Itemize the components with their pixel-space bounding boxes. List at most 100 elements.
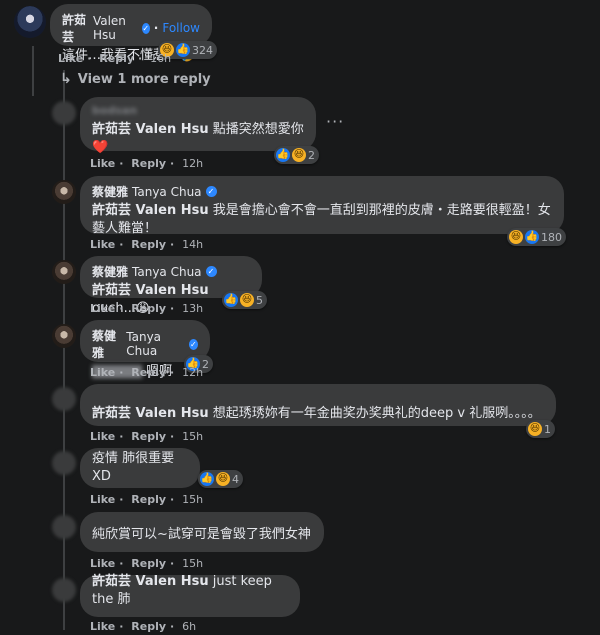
timestamp[interactable]: 15h bbox=[182, 430, 203, 443]
timestamp[interactable]: 14h bbox=[182, 238, 203, 251]
timestamp[interactable]: 6h bbox=[182, 620, 196, 633]
haha-reaction-icon: 😆 bbox=[509, 230, 523, 244]
timestamp[interactable]: 16h bbox=[150, 52, 171, 65]
like-reaction-icon: 👍 bbox=[200, 472, 214, 486]
mention-tag[interactable]: 許茹芸 Valen Hsu bbox=[92, 283, 209, 298]
reaction-count: 4 bbox=[232, 472, 239, 486]
comment-bubble: 蔡健雅 Tanya Chua ✓ 許茹芸 Valen Hsu 我是會擔心會不會一… bbox=[80, 176, 564, 236]
reply-button[interactable]: Reply bbox=[131, 557, 166, 570]
separator: · bbox=[153, 21, 159, 35]
timestamp[interactable]: 12h bbox=[182, 366, 203, 379]
comment-author[interactable]: 蔡健雅 Tanya Chua ✓ bbox=[92, 327, 198, 361]
like-button[interactable]: Like bbox=[90, 493, 115, 506]
verified-badge-icon: ✓ bbox=[205, 186, 217, 197]
like-button[interactable]: Like bbox=[90, 302, 115, 315]
comment-actions: Like · Reply · 15h bbox=[90, 493, 204, 506]
comment-actions: Like · Reply · 12h bbox=[90, 366, 204, 379]
reply-button[interactable]: Reply bbox=[131, 366, 166, 379]
author-name-zh[interactable]: 蔡健雅 bbox=[92, 263, 128, 280]
avatar[interactable] bbox=[52, 515, 76, 539]
comment-bubble: 許茹芸 Valen Hsu just keep the 肺 bbox=[80, 574, 300, 617]
reply-button[interactable]: Reply bbox=[131, 238, 166, 251]
comment-actions: Like · Reply · 13h bbox=[90, 302, 204, 315]
comment-author[interactable]: 蔡健雅 Tanya Chua ✓ bbox=[92, 263, 250, 280]
more-options-icon[interactable]: ··· bbox=[326, 112, 344, 131]
verified-badge-icon: ✓ bbox=[141, 22, 150, 34]
like-reaction-icon: 👍 bbox=[224, 293, 238, 307]
reactions-summary[interactable]: 😆 👍 180 bbox=[507, 228, 566, 246]
view-more-replies-link[interactable]: ↳ View 1 more reply bbox=[60, 71, 211, 87]
comment-text: 許茹芸 Valen Hsu 點播突然想愛你❤️ bbox=[92, 122, 304, 155]
avatar[interactable] bbox=[52, 101, 76, 125]
timestamp[interactable]: 15h bbox=[182, 493, 203, 506]
like-button[interactable]: Like bbox=[90, 366, 115, 379]
author-name-zh[interactable]: 許茹芸 bbox=[62, 11, 89, 45]
author-name-zh[interactable]: 蔡健雅 bbox=[92, 327, 122, 361]
avatar[interactable] bbox=[52, 260, 76, 284]
thread-line bbox=[32, 46, 34, 96]
avatar[interactable] bbox=[52, 324, 76, 348]
reactions-summary[interactable]: 👍 😆 4 bbox=[198, 470, 243, 488]
author-name-en[interactable]: Tanya Chua bbox=[132, 185, 202, 199]
mention-tag[interactable]: 許茹芸 Valen Hsu bbox=[92, 122, 209, 137]
avatar[interactable] bbox=[52, 578, 76, 602]
reply-button[interactable]: Reply bbox=[131, 157, 166, 170]
like-button[interactable]: Like bbox=[90, 238, 115, 251]
mention-tag[interactable]: 許茹芸 Valen Hsu bbox=[92, 574, 209, 589]
like-button[interactable]: Like bbox=[90, 430, 115, 443]
avatar[interactable] bbox=[14, 6, 46, 38]
comment-actions: Like · Reply · 15h bbox=[90, 557, 204, 570]
comment-text: 許茹芸 Valen Hsu just keep the 肺 bbox=[92, 574, 272, 607]
author-name-en[interactable]: Valen Hsu bbox=[93, 14, 138, 42]
reaction-count: 5 bbox=[256, 293, 263, 307]
comment-author[interactable]: 蔡健雅 Tanya Chua ✓ bbox=[92, 183, 552, 200]
like-button[interactable]: Like bbox=[90, 557, 115, 570]
comment-author[interactable]: bodsan bbox=[92, 104, 304, 117]
like-button[interactable]: Like bbox=[90, 157, 115, 170]
reply-button[interactable]: Reply bbox=[99, 52, 134, 65]
avatar[interactable] bbox=[52, 180, 76, 204]
haha-reaction-icon: 😆 bbox=[216, 472, 230, 486]
like-reaction-icon: 👍 bbox=[176, 43, 190, 57]
verified-badge-icon: ✓ bbox=[188, 338, 198, 350]
haha-reaction-icon: 😆 bbox=[528, 422, 542, 436]
comment-author[interactable]: 許茹芸 Valen Hsu ✓ · Follow bbox=[62, 11, 200, 45]
comment-bubble: 純欣賞可以~試穿可是會毀了我們女神 bbox=[80, 512, 324, 552]
timestamp[interactable]: 13h bbox=[182, 302, 203, 315]
timestamp[interactable]: 12h bbox=[182, 157, 203, 170]
reply-button[interactable]: Reply bbox=[131, 302, 166, 315]
view-more-replies-label: View 1 more reply bbox=[77, 71, 211, 87]
like-button[interactable]: Like bbox=[90, 620, 115, 633]
comment-bubble: bodsan 許茹芸 Valen Hsu 點播突然想愛你❤️ bbox=[80, 97, 316, 155]
comment-text: 許茹芸 Valen Hsu 我是會擔心會不會一直刮到那裡的皮膚・走路要很輕盈！女… bbox=[92, 203, 551, 236]
reply-arrow-icon: ↳ bbox=[60, 71, 72, 87]
reaction-count: 180 bbox=[541, 230, 562, 244]
reactions-summary[interactable]: 😆 1 bbox=[526, 420, 555, 438]
comment-author[interactable] bbox=[92, 391, 544, 403]
author-name-en[interactable]: Tanya Chua bbox=[132, 265, 202, 279]
comment-actions: Like · Reply · 6h bbox=[90, 620, 197, 633]
reply-button[interactable]: Reply bbox=[131, 620, 166, 633]
reactions-summary[interactable]: 👍 😆 5 bbox=[222, 291, 267, 309]
haha-reaction-icon: 😆 bbox=[240, 293, 254, 307]
mention-tag[interactable]: 許茹芸 Valen Hsu bbox=[92, 406, 209, 421]
reply-button[interactable]: Reply bbox=[131, 430, 166, 443]
reaction-count: 1 bbox=[544, 422, 551, 436]
author-name-en[interactable]: Tanya Chua bbox=[126, 330, 184, 358]
haha-reaction-icon: 😆 bbox=[292, 148, 306, 162]
timestamp[interactable]: 15h bbox=[182, 557, 203, 570]
reaction-count: 324 bbox=[192, 43, 213, 57]
reply-button[interactable]: Reply bbox=[131, 493, 166, 506]
avatar[interactable] bbox=[52, 387, 76, 411]
comment-bubble: 疫情 肺很重要XD bbox=[80, 448, 200, 488]
comment-text: 純欣賞可以~試穿可是會毀了我們女神 bbox=[92, 527, 311, 542]
author-name-zh[interactable]: 蔡健雅 bbox=[92, 183, 128, 200]
comment-text: 疫情 肺很重要XD bbox=[92, 450, 175, 484]
comment-bubble: 許茹芸 Valen Hsu ✓ · Follow 這件…我看不懂惹…🤣 bbox=[50, 4, 212, 63]
comment-bubble: 許茹芸 Valen Hsu 想起琇琇妳有一年金曲奖办奖典礼的deep v 礼服咧… bbox=[80, 384, 556, 426]
mention-tag[interactable]: 許茹芸 Valen Hsu bbox=[92, 203, 209, 218]
reactions-summary[interactable]: 👍 😆 2 bbox=[274, 146, 319, 164]
avatar[interactable] bbox=[52, 451, 76, 475]
follow-button[interactable]: Follow bbox=[162, 21, 200, 35]
like-button[interactable]: Like bbox=[58, 52, 83, 65]
